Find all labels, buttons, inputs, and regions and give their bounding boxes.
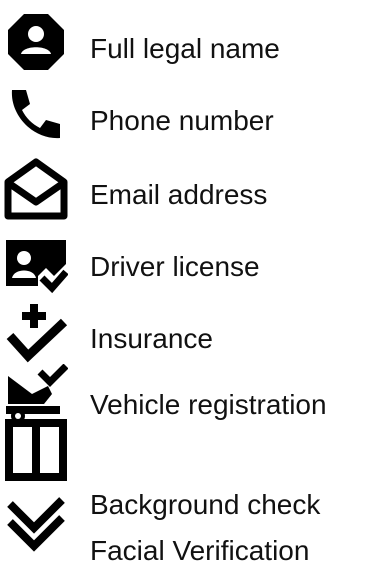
verification-requirements-list: Full legal name Phone number Email addre…	[0, 0, 366, 573]
item-label: Insurance	[90, 323, 213, 354]
item-label: Phone number	[90, 105, 274, 136]
person-badge-icon	[4, 10, 68, 74]
id-card-check-icon	[4, 230, 68, 294]
split-square-icon	[4, 418, 68, 482]
double-check-icon	[4, 494, 68, 558]
list-item-insurance: Insurance	[0, 296, 366, 364]
item-label: Vehicle registration	[90, 389, 327, 420]
list-item-full-legal-name: Full legal name	[0, 10, 366, 78]
item-label: Full legal name	[90, 33, 280, 64]
item-label: Driver license	[90, 251, 260, 282]
list-item-vehicle-registration: Vehicle registration	[0, 358, 366, 426]
list-item-background-check: Background check	[0, 418, 366, 520]
open-envelope-icon	[4, 158, 68, 222]
plus-check-icon	[4, 300, 68, 364]
list-item-driver-license: Driver license	[0, 226, 366, 294]
list-item-facial-verification: Facial Verification	[0, 494, 366, 566]
item-label: Facial Verification	[90, 535, 310, 566]
phone-icon	[4, 82, 68, 146]
item-label: Email address	[90, 179, 268, 210]
list-item-phone-number: Phone number	[0, 82, 366, 150]
list-item-email-address: Email address	[0, 156, 366, 224]
